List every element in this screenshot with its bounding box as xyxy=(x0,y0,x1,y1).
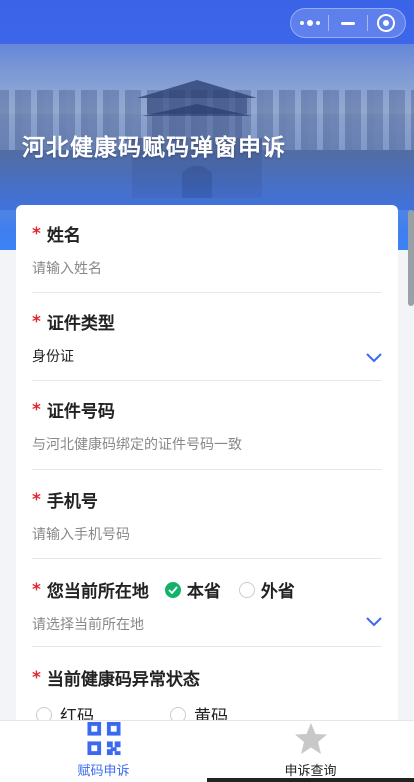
minimize-icon xyxy=(340,21,355,25)
required-mark: * xyxy=(32,223,41,244)
id-number-label-text: 证件号码 xyxy=(46,402,115,422)
tab-appeal[interactable]: 赋码申诉 xyxy=(0,721,207,782)
chevron-down-icon[interactable] xyxy=(366,617,382,627)
location-field: * 您当前所在地 本省 外省 请选择当前所在地 xyxy=(32,577,382,647)
code-status-label-text: 当前健康码异常状态 xyxy=(46,670,200,690)
phone-field: * 手机号 请输入手机号码 xyxy=(32,487,382,559)
name-label-text: 姓名 xyxy=(46,226,81,246)
required-mark: * xyxy=(32,667,41,688)
qr-code-icon xyxy=(86,721,121,756)
phone-label-text: 手机号 xyxy=(46,492,98,512)
required-mark: * xyxy=(32,311,41,332)
page-title: 河北健康码赋码弹窗申诉 xyxy=(22,135,286,161)
close-button[interactable] xyxy=(368,9,405,37)
location-label: * 您当前所在地 本省 外省 xyxy=(32,577,382,603)
bottom-tab-bar: 赋码申诉 申诉查询 xyxy=(0,720,414,782)
scrollbar[interactable] xyxy=(408,210,414,306)
minimize-button[interactable] xyxy=(329,9,366,37)
more-icon xyxy=(299,20,320,26)
location-option-local[interactable]: 本省 xyxy=(164,577,221,602)
more-button[interactable] xyxy=(291,9,328,37)
required-mark: * xyxy=(32,489,41,510)
name-label: * 姓名 xyxy=(32,221,382,247)
id-number-input[interactable]: 与河北健康码绑定的证件号码一致 xyxy=(32,434,382,454)
id-type-field[interactable]: * 证件类型 身份证 xyxy=(32,309,382,381)
code-status-field: * 当前健康码异常状态 红码 黄码 xyxy=(32,665,382,728)
required-mark: * xyxy=(32,399,41,420)
mini-program-capsule xyxy=(290,8,406,38)
location-label-text: 您当前所在地 xyxy=(46,582,149,602)
tab-appeal-label: 赋码申诉 xyxy=(77,764,130,779)
required-mark: * xyxy=(32,579,41,600)
code-status-label: * 当前健康码异常状态 xyxy=(32,665,382,691)
radio-checked-icon[interactable] xyxy=(164,581,181,598)
chevron-down-icon[interactable] xyxy=(366,353,382,363)
location-option-local-label: 本省 xyxy=(186,582,221,602)
phone-input[interactable]: 请输入手机号码 xyxy=(32,524,382,544)
id-type-select-value[interactable]: 身份证 xyxy=(32,346,382,366)
radio-unchecked-icon[interactable] xyxy=(238,581,255,598)
tab-query-label: 申诉查询 xyxy=(284,764,337,779)
location-select[interactable]: 请选择当前所在地 xyxy=(32,614,382,634)
id-number-field: * 证件号码 与河北健康码绑定的证件号码一致 xyxy=(32,397,382,470)
tab-query[interactable]: 申诉查询 xyxy=(207,721,414,782)
star-icon xyxy=(294,723,327,754)
location-option-other[interactable]: 外省 xyxy=(238,577,295,602)
appeal-form-card: * 姓名 请输入姓名 * 证件类型 身份证 * 证件号码 与河北健康码绑定的证件… xyxy=(16,205,398,782)
home-indicator xyxy=(207,778,414,782)
id-type-label-text: 证件类型 xyxy=(46,314,115,334)
id-type-label: * 证件类型 xyxy=(32,309,382,335)
id-number-label: * 证件号码 xyxy=(32,397,382,423)
location-option-other-label: 外省 xyxy=(260,582,295,602)
phone-label: * 手机号 xyxy=(32,487,382,513)
name-field: * 姓名 请输入姓名 xyxy=(32,221,382,293)
close-target-icon xyxy=(377,14,396,32)
name-input[interactable]: 请输入姓名 xyxy=(32,258,382,278)
